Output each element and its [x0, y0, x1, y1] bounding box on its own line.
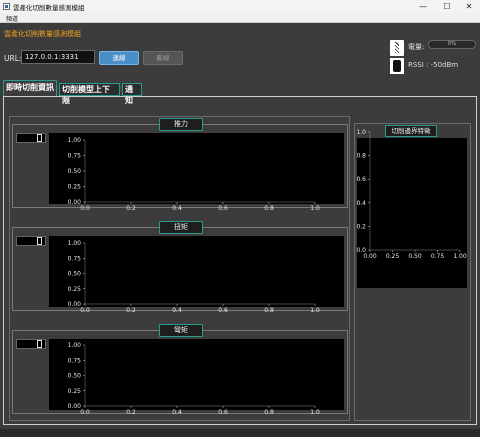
thrust-x-tick-label: 0.0	[80, 205, 90, 212]
thrust-x-tick-label: 0.4	[172, 205, 182, 212]
bending-y-tick-label: 0.50	[68, 373, 82, 380]
window-title: 雲產化切削數量感測模組	[13, 4, 85, 12]
thrust-x-tick-label: 1.0	[310, 205, 320, 212]
boundary-y-tick-label: 1.0	[356, 129, 366, 136]
bending-x-tick-label: 1.0	[310, 409, 320, 416]
bending-x-tick-label: 0.2	[126, 409, 136, 416]
boundary-y-tick-label: 0.2	[356, 223, 366, 230]
close-button[interactable]: ✕	[458, 0, 480, 13]
bending-x-tick-label: 0.8	[264, 409, 274, 416]
bending-y-tick-label: 1.00	[68, 342, 82, 349]
torque-x-tick-label: 1.0	[310, 307, 320, 314]
thrust-x-tick-label: 0.8	[264, 205, 274, 212]
boundary-y-tick-label: 0.4	[356, 200, 366, 207]
boundary-y-tick-label: 0.0	[356, 247, 366, 254]
thrust-y-tick-label: 1.00	[68, 137, 82, 144]
torque-y-tick-label: 0.25	[68, 286, 82, 293]
boundary-x-tick-label: 0.75	[431, 253, 445, 260]
torque-y-tick-label: 1.00	[68, 240, 82, 247]
status-strip	[0, 429, 480, 437]
menu-bar: 頻道	[0, 13, 480, 23]
torque-x-tick-label: 0.2	[126, 307, 136, 314]
thrust-y-tick-label: 0.00	[68, 199, 82, 206]
bending-x-tick-label: 0.0	[80, 409, 90, 416]
torque-y-tick-label: 0.75	[68, 255, 82, 262]
thrust-y-tick-label: 0.25	[68, 184, 82, 191]
bending-y-tick-label: 0.25	[68, 388, 82, 395]
torque-x-tick-label: 0.0	[80, 307, 90, 314]
boundary-y-tick-label: 0.6	[356, 176, 366, 183]
torque-x-tick-label: 0.4	[172, 307, 182, 314]
boundary-x-tick-label: 0.00	[363, 253, 377, 260]
bending-x-tick-label: 0.4	[172, 409, 182, 416]
boundary-y-tick-label: 0.8	[356, 153, 366, 160]
boundary-x-tick-label: 0.25	[386, 253, 400, 260]
title-bar: 雲產化切削數量感測模組 — ☐ ✕	[0, 0, 480, 13]
torque-y-tick-label: 0.00	[68, 301, 82, 308]
boundary-x-tick-label: 1.00	[453, 253, 467, 260]
torque-x-tick-label: 0.8	[264, 307, 274, 314]
bending-y-tick-label: 0.75	[68, 357, 82, 364]
torque-x-tick-label: 0.6	[218, 307, 228, 314]
main-area: 雲產化切削數量感測模組 URL: 連線 斷線 電量: 0% RSSI : -50…	[0, 23, 480, 437]
menu-item-channel[interactable]: 頻道	[6, 14, 18, 23]
app-icon	[3, 3, 10, 10]
bending-x-tick-label: 0.6	[218, 409, 228, 416]
thrust-x-tick-label: 0.6	[218, 205, 228, 212]
bending-y-tick-label: 0.00	[68, 403, 82, 410]
thrust-y-tick-label: 0.75	[68, 153, 82, 160]
thrust-y-tick-label: 0.50	[68, 168, 82, 175]
maximize-button[interactable]: ☐	[436, 0, 458, 13]
minimize-button[interactable]: —	[412, 0, 434, 13]
torque-y-tick-label: 0.50	[68, 271, 82, 278]
chart-axes-layer: 0.0 0.2 0.4 0.6 0.8 1.0 0.00 0.25 0.50 0.75 1.00 0.…	[68, 129, 467, 416]
boundary-x-tick-label: 0.50	[408, 253, 422, 260]
thrust-x-tick-label: 0.2	[126, 205, 136, 212]
